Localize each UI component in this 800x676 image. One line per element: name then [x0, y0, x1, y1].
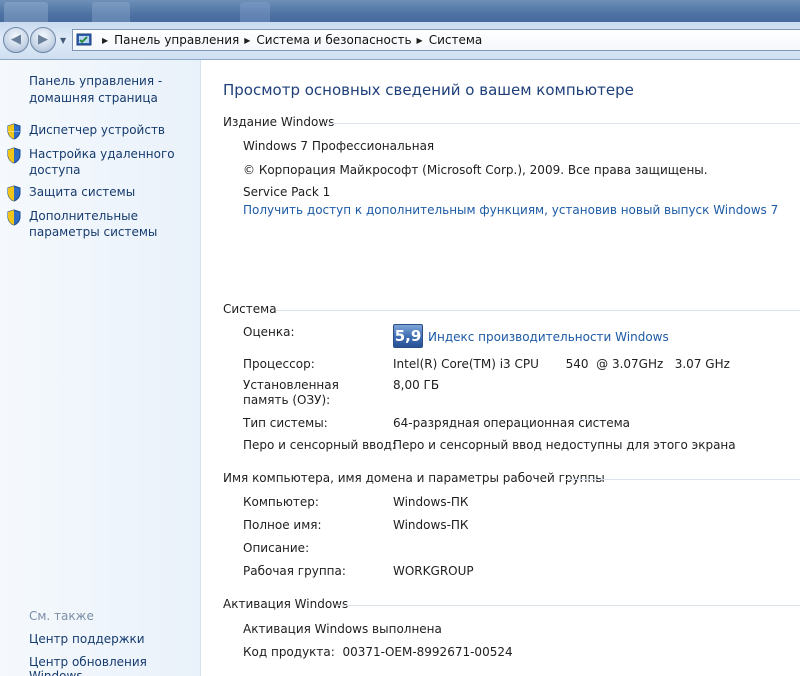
task-label[interactable]: Диспетчер устройств — [29, 122, 199, 138]
edition-header: Издание Windows — [223, 115, 335, 129]
divider — [276, 310, 800, 311]
service-pack: Service Pack 1 — [243, 185, 331, 199]
computer-value: Windows-ПК — [393, 495, 469, 509]
address-bar[interactable]: ▶ Панель управления ▶ Система и безопасн… — [72, 29, 800, 51]
windows-update-link[interactable]: Центр обновления Windows — [29, 655, 200, 676]
memory-value: 8,00 ГБ — [393, 378, 440, 392]
uac-shield-icon — [7, 123, 21, 140]
memory-label: Установленная память (ОЗУ): — [243, 378, 339, 407]
task-label[interactable]: Дополнительные параметры системы — [29, 208, 199, 240]
breadcrumb-arrow-icon[interactable]: ▶ — [244, 36, 250, 45]
breadcrumb-item-control-panel[interactable]: Панель управления — [114, 33, 239, 47]
control-panel-icon — [76, 33, 92, 46]
breadcrumb-item-system[interactable]: Система — [429, 33, 483, 47]
breadcrumb-arrow-icon[interactable]: ▶ — [102, 36, 108, 45]
action-center-link[interactable]: Центр поддержки — [29, 632, 145, 646]
system-header: Система — [223, 302, 277, 316]
forward-arrow-icon[interactable]: ▶ — [30, 27, 56, 53]
activation-header: Активация Windows — [223, 597, 349, 611]
navigation-bar: ◀ ▶ ▼ ▶ Панель управления ▶ Система и бе… — [0, 22, 800, 60]
divider — [326, 123, 800, 124]
left-task-pane: Панель управления - домашняя страница Ди… — [0, 60, 201, 676]
task-label[interactable]: Защита системы — [29, 184, 199, 200]
task-label[interactable]: Настройка удаленного доступа — [29, 146, 199, 178]
divider — [566, 479, 800, 480]
divider — [338, 605, 800, 606]
processor-label: Процессор: — [243, 357, 315, 371]
edition-name: Windows 7 Профессиональная — [243, 139, 435, 153]
workgroup-value: WORKGROUP — [393, 564, 474, 578]
computer-name-header: Имя компьютера, имя домена и параметры р… — [223, 471, 605, 485]
back-arrow-icon[interactable]: ◀ — [3, 27, 29, 53]
uac-shield-icon — [7, 147, 21, 164]
product-key: Код продукта: 00371-OEM-8992671-00524 — [243, 645, 513, 659]
system-type-value: 64-разрядная операционная система — [393, 416, 631, 430]
uac-shield-icon — [7, 209, 21, 226]
breadcrumb-item-security[interactable]: Система и безопасность — [256, 33, 411, 47]
computer-label: Компьютер: — [243, 495, 319, 509]
copyright-text: © Корпорация Майкрософт (Microsoft Corp.… — [243, 163, 708, 177]
rating-label: Оценка: — [243, 325, 295, 339]
full-name-label: Полное имя: — [243, 518, 322, 532]
upgrade-link[interactable]: Получить доступ к дополнительным функция… — [243, 203, 778, 217]
see-also-heading: См. также — [29, 609, 94, 623]
wei-link[interactable]: Индекс производительности Windows — [428, 330, 669, 344]
pen-touch-label: Перо и сенсорный ввод: — [243, 438, 396, 452]
pen-touch-value: Перо и сенсорный ввод недоступны для это… — [393, 438, 736, 452]
description-label: Описание: — [243, 541, 310, 555]
wei-score-badge[interactable]: 5,9 — [393, 324, 423, 348]
full-name-value: Windows-ПК — [393, 518, 469, 532]
main-content: Просмотр основных сведений о вашем компь… — [201, 60, 800, 676]
uac-shield-icon — [7, 185, 21, 202]
processor-value: Intel(R) Core(TM) i3 CPU 540 @ 3.07GHz 3… — [393, 357, 730, 371]
breadcrumb-arrow-icon[interactable]: ▶ — [417, 36, 423, 45]
control-panel-home-link[interactable]: Панель управления - домашняя страница — [29, 73, 194, 107]
breadcrumb: ▶ Панель управления ▶ Система и безопасн… — [97, 30, 482, 50]
system-type-label: Тип системы: — [243, 416, 328, 430]
workgroup-label: Рабочая группа: — [243, 564, 346, 578]
activation-status: Активация Windows выполнена — [243, 622, 442, 636]
page-title: Просмотр основных сведений о вашем компь… — [223, 81, 634, 99]
recent-pages-dropdown-icon[interactable]: ▼ — [60, 36, 70, 46]
